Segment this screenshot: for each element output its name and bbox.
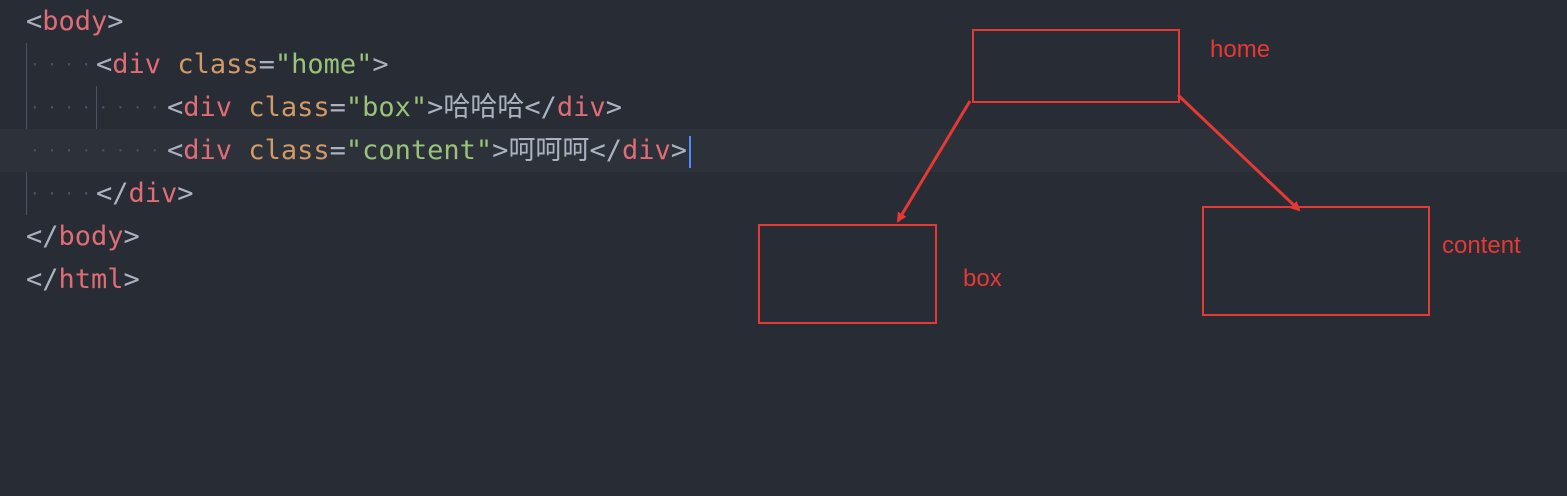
token: body [58, 221, 124, 252]
code-line-4-text: <div class="content">呵呵呵</div> [167, 129, 691, 172]
token: "box" [345, 92, 428, 123]
token: < [96, 49, 113, 80]
token: < [167, 135, 184, 166]
box-label: box [963, 265, 1002, 292]
token: class [248, 135, 330, 166]
token: div [183, 92, 233, 123]
token: > [670, 135, 687, 166]
box-box [758, 224, 937, 324]
code-line-1[interactable]: <body> [0, 0, 1567, 43]
token: class [248, 92, 330, 123]
home-label: home [1210, 36, 1271, 63]
token: </ [96, 178, 129, 209]
token: </ [524, 92, 557, 123]
text-cursor [689, 135, 691, 168]
home-box [972, 29, 1180, 103]
code-line-6-text: </body> [26, 215, 140, 258]
indent-whitespace-dots: ···· [30, 184, 99, 203]
code-line-2-text: <div class="home"> [96, 43, 389, 86]
indent-whitespace-dots: ···· [30, 55, 99, 74]
code-line-3-text: <div class="box">哈哈哈</div> [167, 86, 622, 129]
token: > [492, 135, 509, 166]
indent-whitespace-dots: ········ [30, 141, 168, 160]
token: > [177, 178, 194, 209]
token: body [42, 6, 108, 37]
code-line-3[interactable]: ········ <div class="box">哈哈哈</div> [0, 86, 1567, 129]
code-line-5-text: </div> [96, 172, 194, 215]
indent-whitespace-dots: ········ [30, 98, 168, 117]
token: div [621, 135, 671, 166]
token: </ [26, 221, 59, 252]
token: div [183, 135, 233, 166]
token: div [556, 92, 606, 123]
token: 呵呵呵 [508, 135, 590, 166]
code-line-4-active[interactable]: ········ <div class="content">呵呵呵</div> [0, 129, 1567, 172]
token: = [329, 135, 346, 166]
code-line-2[interactable]: ···· <div class="home"> [0, 43, 1567, 86]
token: > [372, 49, 389, 80]
token: class [177, 49, 259, 80]
code-line-7-text: </html> [26, 258, 140, 301]
token: = [329, 92, 346, 123]
token: > [123, 221, 140, 252]
token: "content" [345, 135, 493, 166]
token: </ [26, 264, 59, 295]
token: div [128, 178, 178, 209]
token: html [58, 264, 124, 295]
code-line-1-text: <body> [26, 0, 124, 43]
token: > [107, 6, 124, 37]
token: "home" [274, 49, 373, 80]
token: > [427, 92, 444, 123]
token: </ [589, 135, 622, 166]
token: > [605, 92, 622, 123]
token: < [26, 6, 43, 37]
token: < [167, 92, 184, 123]
token: 哈哈哈 [443, 92, 525, 123]
content-box [1202, 206, 1430, 316]
content-label: content [1442, 232, 1521, 259]
token: > [123, 264, 140, 295]
token: div [112, 49, 162, 80]
token: = [258, 49, 275, 80]
